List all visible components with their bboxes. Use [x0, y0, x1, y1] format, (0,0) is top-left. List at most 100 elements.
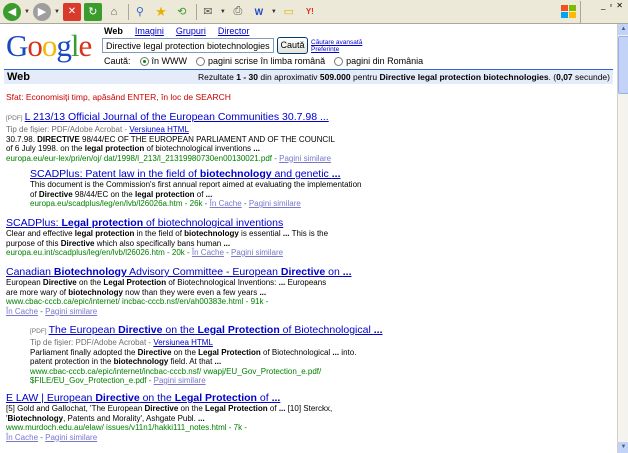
favorites-icon[interactable]: ★ [152, 3, 170, 21]
logo-letter: g [56, 28, 71, 63]
result-title-link[interactable]: Canadian Biotechnology Advisory Committe… [6, 266, 352, 278]
result-item: [PDF] The European Directive on the Legal… [30, 324, 383, 386]
cache-link[interactable]: În Cache [210, 199, 242, 208]
maximize-icon[interactable]: ▫ [609, 1, 612, 10]
result-snippet: 'Biotechnology, Patents and Morality', A… [6, 413, 205, 423]
result-snippet: of 6 July 1998. on the legal protection … [6, 144, 260, 153]
scroll-thumb[interactable] [618, 36, 628, 94]
result-snippet: 30.7.98. DIRECTIVE 98/44/EC OF THE EUROP… [6, 134, 335, 144]
result-snippet: of Directive 98/44/EC on the legal prote… [30, 189, 213, 199]
result-snippet: are more wary of biotechnology now than … [6, 287, 267, 297]
result-url: $FILE/EU_Gov_Protection_e.pdf - Pagini s… [30, 376, 206, 385]
result-item: SCADPlus: Legal protection of biotechnol… [6, 217, 328, 258]
stop-icon[interactable]: ✕ [62, 2, 81, 21]
cache-link[interactable]: În Cache [6, 433, 38, 442]
forward-icon[interactable]: ▶ [32, 2, 51, 21]
result-item: Canadian Biotechnology Advisory Committe… [6, 266, 352, 316]
minimize-icon[interactable]: _ [601, 1, 605, 10]
logo-letter: e [78, 28, 93, 63]
tab-groups[interactable]: Grupuri [176, 26, 206, 36]
result-url: europa.eu.int/scadplus/leg/en/lvb/l26026… [6, 248, 284, 257]
back-icon[interactable]: ◀ [3, 2, 21, 21]
google-logo[interactable]: Google [6, 28, 93, 63]
advanced-search-link[interactable]: Căutare avansată [311, 39, 362, 46]
radio-romanian-language[interactable] [196, 56, 206, 66]
logo-letter: o [27, 28, 42, 63]
windows-logo-icon [559, 2, 579, 22]
logo-letter: l [70, 28, 80, 63]
results-stats: Rezultate 1 - 30 din aproximativ 509.000… [197, 72, 610, 82]
similar-pages-link[interactable]: Pagini similare [45, 307, 97, 316]
cache-link[interactable]: În Cache [6, 307, 38, 316]
preferences-link[interactable]: Preferințe [311, 46, 362, 53]
history-icon[interactable]: ⟲ [173, 3, 191, 21]
result-snippet: Clear and effective legal protection in … [6, 229, 329, 238]
result-filetype: Tip de fișier: PDF/Adobe Acrobat - Versi… [6, 125, 189, 134]
similar-pages-link[interactable]: Pagini similare [231, 248, 283, 257]
result-item: SCADPlus: Patent law in the field of bio… [30, 168, 361, 209]
tab-images[interactable]: Imagini [135, 26, 164, 36]
home-icon[interactable]: ⌂ [105, 3, 123, 21]
result-title-link[interactable]: [PDF] L 213/13 Official Journal of the Eu… [6, 111, 335, 125]
back-dropdown-icon[interactable]: ▼ [24, 9, 30, 15]
refresh-icon[interactable]: ↻ [83, 2, 102, 21]
radio-romanian-language-label: pagini scrise în limba română [208, 56, 326, 66]
search-icon[interactable]: ⚲ [131, 3, 149, 21]
mail-icon[interactable]: ✉ [199, 3, 217, 21]
search-button[interactable]: Caută [277, 37, 308, 54]
result-snippet: This document is the Commission's first … [30, 180, 362, 189]
radio-www-label: în WWW [151, 56, 188, 66]
logo-letter: o [41, 28, 57, 63]
logo-letter: G [6, 28, 28, 63]
window-controls: _ ▫ ✕ [561, 1, 626, 23]
results-bar-title: Web [7, 71, 31, 83]
similar-pages-link[interactable]: Pagini similare [249, 199, 301, 208]
toolbar-separator [195, 3, 197, 20]
search-input[interactable]: Directive legal protection biotechnologi… [102, 38, 274, 53]
forward-dropdown-icon[interactable]: ▼ [54, 9, 60, 15]
similar-pages-link[interactable]: Pagini similare [154, 376, 206, 385]
result-filetype: Tip de fișier: PDF/Adobe Acrobat - Versi… [30, 338, 213, 347]
scroll-down-icon[interactable]: ▼ [618, 442, 628, 453]
discuss-icon[interactable]: ▭ [280, 3, 298, 21]
vertical-scrollbar[interactable]: ▲ ▼ [617, 24, 628, 453]
result-item: E LAW | European Directive on the Legal … [6, 392, 332, 442]
cache-link[interactable]: În Cache [192, 248, 224, 257]
edit-dropdown-icon[interactable]: ▼ [271, 9, 277, 15]
result-title-link[interactable]: SCADPlus: Patent law in the field of bio… [30, 168, 361, 180]
result-title-link[interactable]: E LAW | European Directive on the Legal … [6, 392, 332, 404]
search-tabs: Web Imagini Grupuri Director [104, 26, 249, 36]
search-scope-label: Caută: [104, 56, 131, 66]
result-url-links: În Cache - Pagini similare [6, 432, 98, 442]
result-snippet: European Directive on the Legal Protecti… [6, 278, 327, 287]
tab-directory[interactable]: Director [218, 26, 250, 36]
radio-www[interactable] [139, 56, 149, 66]
messenger-icon[interactable]: Y! [301, 3, 319, 21]
result-title-link[interactable]: SCADPlus: Legal protection of biotechnol… [6, 217, 328, 229]
similar-pages-link[interactable]: Pagini similare [45, 433, 97, 442]
result-url: europa.eu/eur-lex/pri/en/oj/ dat/1998/l_… [6, 153, 332, 163]
result-title-link[interactable]: [PDF] The European Directive on the Legal… [30, 324, 383, 338]
print-icon[interactable]: ⎙ [229, 3, 247, 21]
result-snippet: [5] Gold and Gallochat, 'The European Di… [6, 404, 333, 413]
search-scope: Caută: în WWW pagini scrise în limba rom… [104, 56, 423, 66]
result-url: europa.eu/scadplus/leg/en/lvb/l26026a.ht… [30, 199, 301, 208]
browser-toolbar: ◀ ▼ ▶ ▼ ✕ ↻ ⌂ ⚲ ★ ⟲ ✉ ▼ ⎙ W ▼ ▭ Y! _ ▫ ✕ [0, 0, 628, 24]
result-snippet: Parliament finally adopted the Directive… [30, 347, 357, 357]
result-url: www.cbac-cccb.ca/epic/internet/ incbac-c… [6, 297, 269, 306]
scroll-up-icon[interactable]: ▲ [618, 24, 628, 35]
tip: Sfat: Economisiți timp, apăsând ENTER, î… [6, 92, 231, 102]
advanced-links: Căutare avansată Preferințe [311, 39, 362, 53]
similar-pages-link[interactable]: Pagini similare [279, 154, 331, 163]
edit-icon[interactable]: W [250, 3, 268, 21]
close-icon[interactable]: ✕ [616, 1, 623, 10]
result-url-links: În Cache - Pagini similare [6, 306, 98, 316]
toolbar-separator [127, 3, 129, 20]
result-snippet: patent protection in the biotechnology f… [30, 357, 222, 366]
radio-romania[interactable] [334, 56, 344, 66]
mail-dropdown-icon[interactable]: ▼ [220, 9, 226, 15]
html-version-link[interactable]: Versiunea HTML [129, 125, 189, 134]
pdf-tag: [PDF] [6, 115, 23, 122]
html-version-link[interactable]: Versiunea HTML [153, 338, 213, 347]
tab-web: Web [104, 26, 123, 36]
